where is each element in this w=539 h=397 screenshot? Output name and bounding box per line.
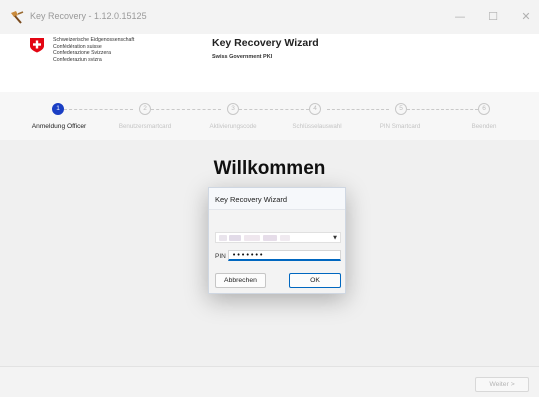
step-5-indicator: 5 [395,103,407,115]
pin-value: ••••••• [232,251,264,259]
step-6-indicator: 6 [478,103,490,115]
step-6-label: Beenden [471,123,497,130]
step-3-label: Aktivierungscode [209,123,257,130]
step-connector [327,109,389,110]
window-title: Key Recovery - 1.12.0.15125 [30,11,147,21]
next-button[interactable]: Weiter > [475,377,529,392]
key-recovery-app-icon [11,11,24,24]
redacted-segment [263,235,277,241]
step-connector [239,109,309,110]
redacted-segment [244,235,260,241]
wizard-stepper [0,92,539,140]
step-4-label: Schlüsselauswahl [292,123,342,130]
cancel-button[interactable]: Abbrechen [215,273,266,288]
pin-input[interactable]: ••••••• [228,250,341,261]
confederation-line-de: Schweizerische Eidgenossenschaft [53,37,135,43]
wizard-header: Schweizerische Eidgenossenschaft Confédé… [0,34,539,92]
wizard-title: Key Recovery Wizard [212,37,319,49]
wizard-subtitle: Swiss Government PKI [212,54,273,60]
step-connector [151,109,221,110]
confederation-text: Schweizerische Eidgenossenschaft Confédé… [53,37,134,63]
confederation-line-rm: Confederaziun svizra [53,56,102,63]
step-1-indicator: 1 [52,103,64,115]
title-bar[interactable]: Key Recovery - 1.12.0.15125 — ☐ ✕ [0,0,539,34]
step-connector [64,109,133,110]
wizard-footer [0,366,539,397]
redacted-segment [280,235,290,241]
dialog-title: Key Recovery Wizard [215,195,288,204]
step-2-label: Benutzersmartcard [118,123,172,130]
maximize-button[interactable]: ☐ [482,8,504,26]
swiss-cross-icon [30,38,44,53]
ok-button[interactable]: OK [289,273,341,288]
chevron-down-icon[interactable]: ▼ [333,234,337,242]
step-1-label: Anmeldung Officer [31,123,87,130]
certificate-select[interactable]: ▼ [215,232,341,243]
confederation-line-fr: Confédération suisse [53,43,102,50]
redacted-segment [219,235,227,241]
welcome-heading: Willkommen [213,158,326,179]
step-5-label: PIN Smartcard [379,123,421,130]
step-4-indicator: 4 [309,103,321,115]
step-2-indicator: 2 [139,103,151,115]
pin-label: PIN [215,253,226,260]
redacted-segment [229,235,241,241]
confederation-line-it: Confederazione Svizzera [53,50,111,57]
step-3-indicator: 3 [227,103,239,115]
pin-dialog: Key Recovery Wizard ▼ PIN ••••••• Abbrec… [208,187,346,294]
minimize-button[interactable]: — [449,8,471,26]
step-connector [407,109,478,110]
close-button[interactable]: ✕ [515,8,537,26]
